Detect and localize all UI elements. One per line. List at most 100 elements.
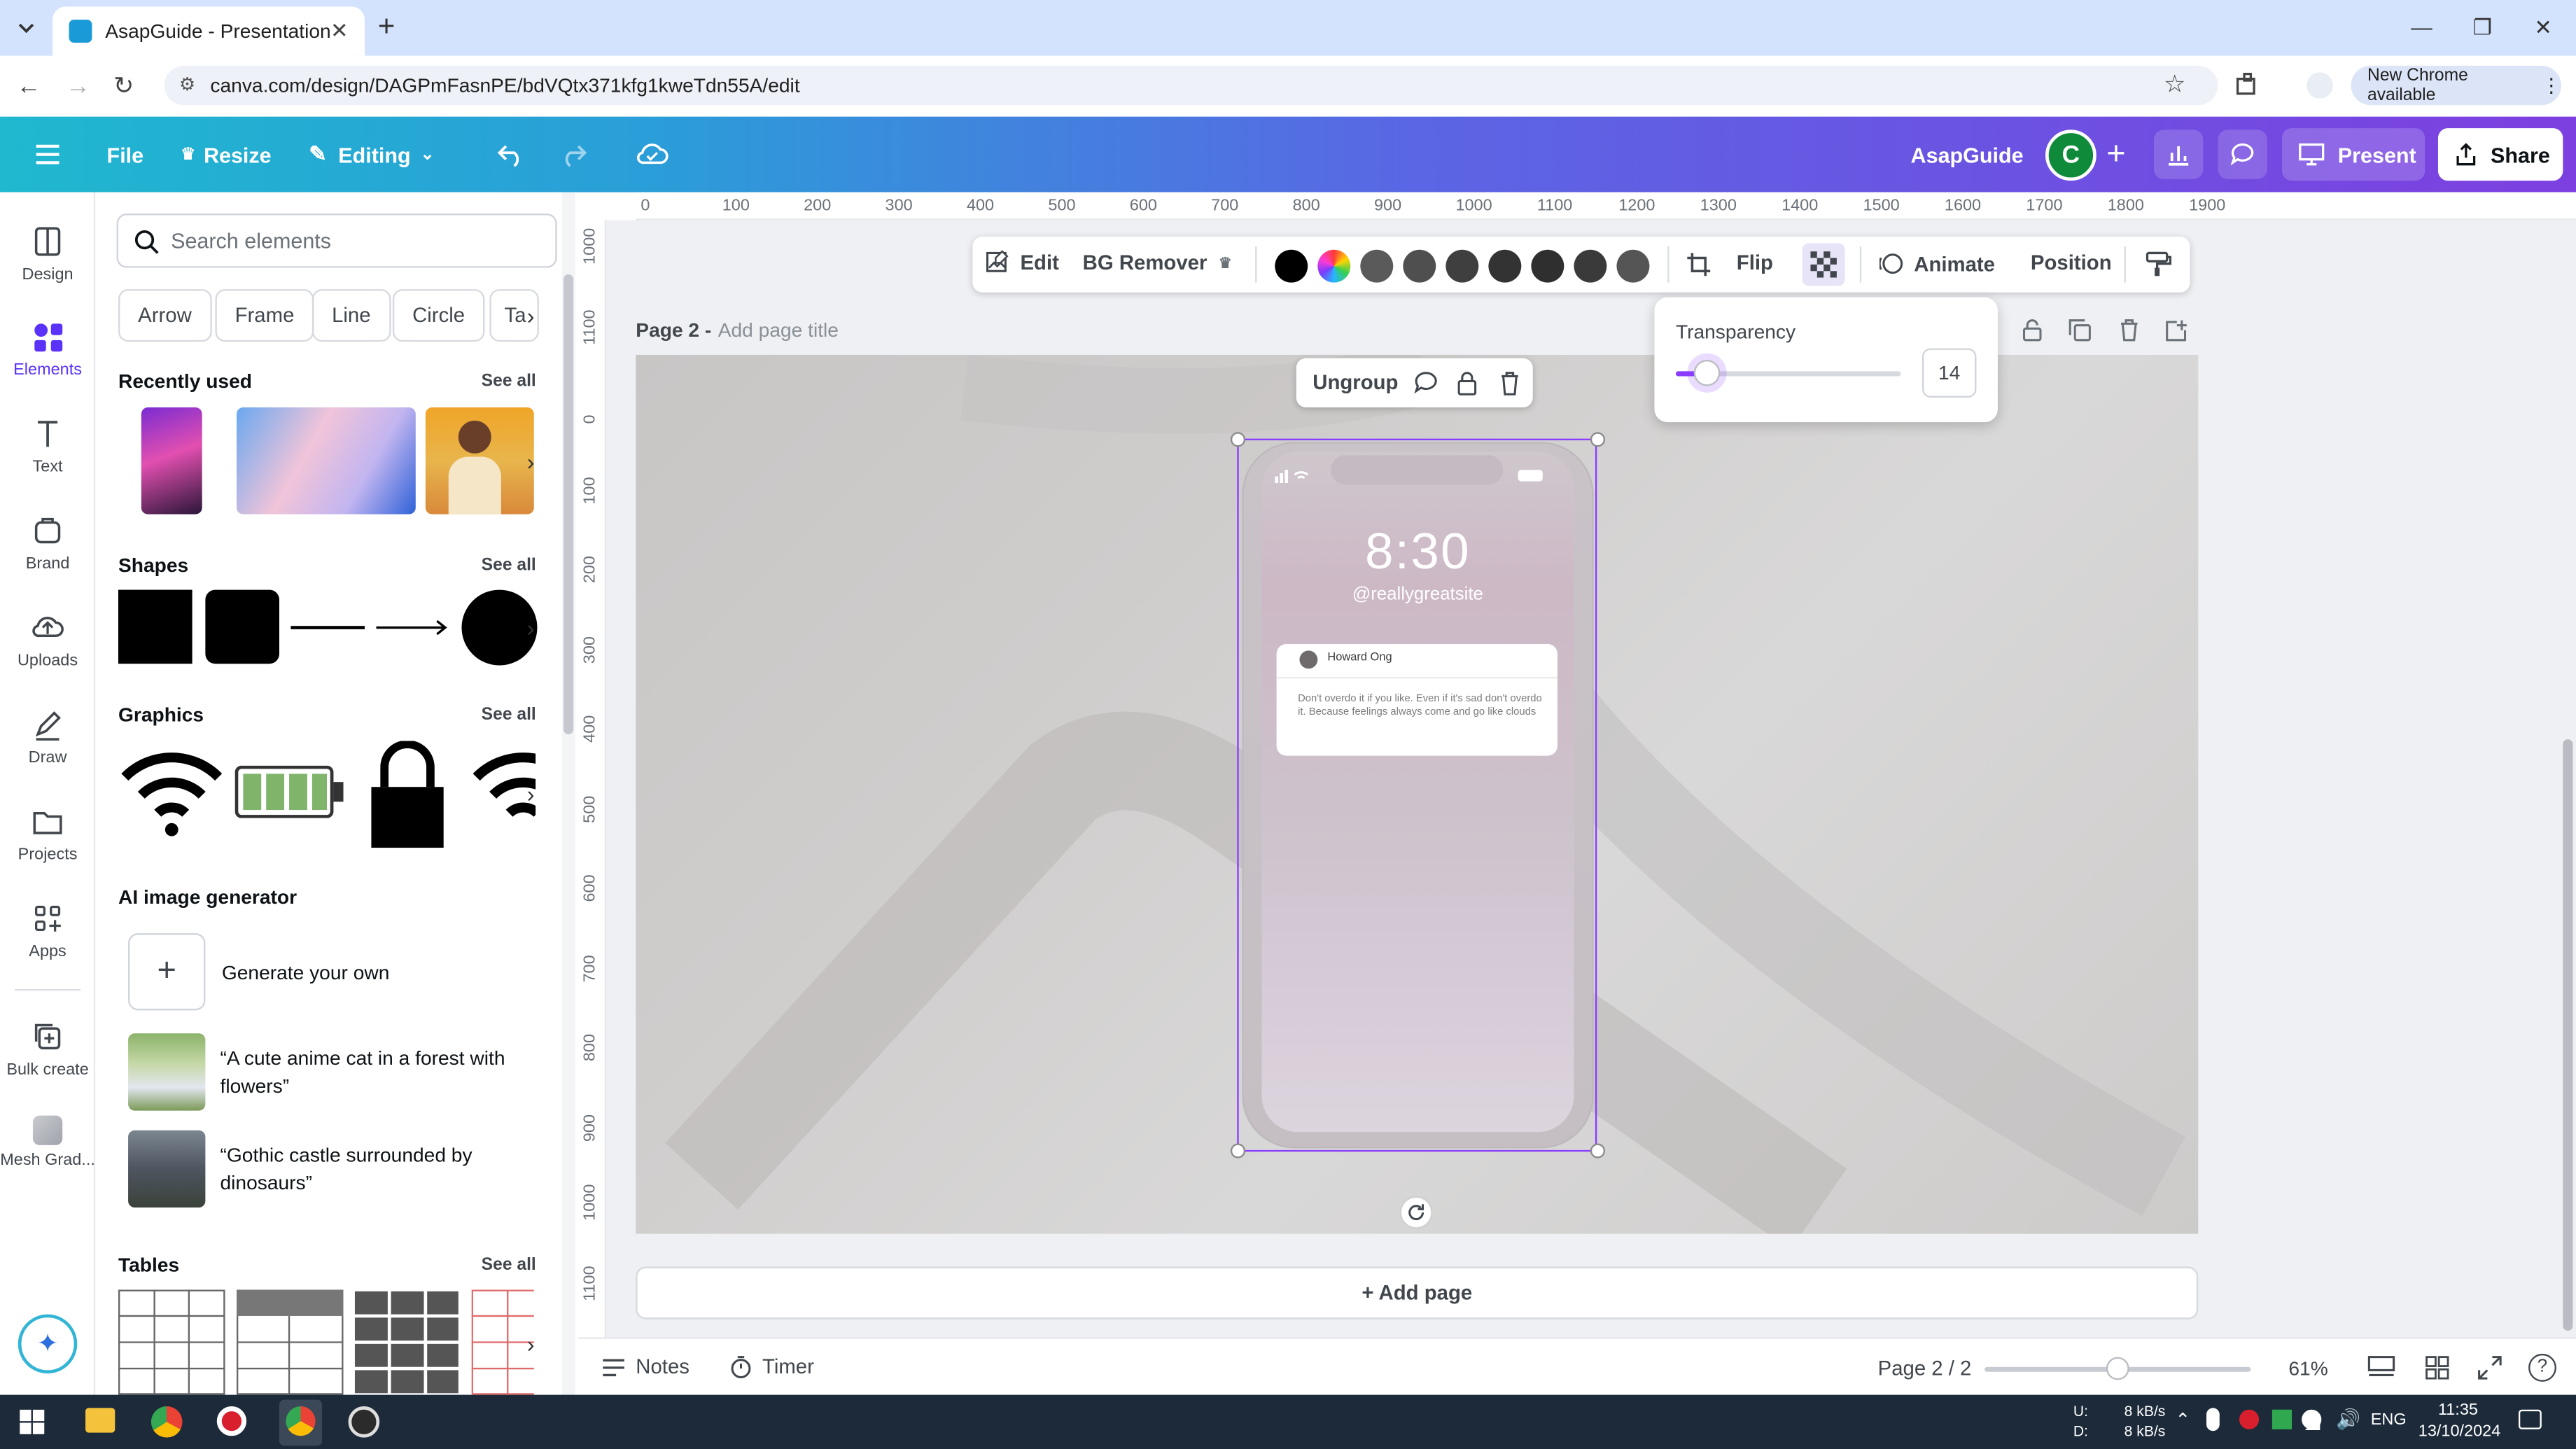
battery-graphic-icon[interactable] — [234, 765, 345, 818]
windows-start-icon[interactable] — [20, 1409, 45, 1434]
chips-next-arrow-icon[interactable]: › — [516, 301, 545, 330]
transparency-slider[interactable] — [1675, 359, 1901, 386]
edit-image-button[interactable]: Edit — [986, 250, 1059, 274]
chrome-taskbar-icon[interactable] — [150, 1406, 183, 1438]
lock-icon[interactable] — [1456, 370, 1479, 396]
minimize-icon[interactable]: — — [2407, 13, 2436, 43]
timer-button[interactable]: Timer — [729, 1355, 814, 1378]
resize-handle-top-left[interactable] — [1230, 432, 1246, 447]
rail-item-design[interactable]: Design — [0, 223, 95, 312]
color-swatch-8[interactable] — [1574, 249, 1607, 283]
forward-icon[interactable]: → — [66, 72, 90, 100]
zoom-slider[interactable] — [1984, 1357, 2251, 1380]
shape-square[interactable] — [118, 589, 192, 664]
chip-line[interactable]: Line — [312, 289, 391, 342]
zoom-level[interactable]: 61% — [2288, 1357, 2328, 1380]
cloud-save-icon[interactable] — [636, 141, 668, 168]
lock-page-icon[interactable] — [2021, 318, 2044, 342]
graphics-next-arrow-icon[interactable]: › — [516, 778, 545, 808]
see-all-shapes[interactable]: See all — [482, 555, 536, 575]
tables-next-arrow-icon[interactable]: › — [516, 1329, 545, 1359]
help-icon[interactable]: ? — [2528, 1353, 2556, 1382]
position-button[interactable]: Position — [2031, 251, 2112, 274]
ai-prompt-cat[interactable]: “A cute anime cat in a forest with flowe… — [128, 1033, 539, 1111]
undo-icon[interactable] — [496, 141, 526, 168]
resize-handle-bottom-left[interactable] — [1230, 1143, 1246, 1158]
search-elements-input[interactable]: Search elements — [116, 214, 557, 268]
file-explorer-icon[interactable] — [85, 1408, 115, 1433]
rail-item-text[interactable]: Text — [0, 416, 95, 505]
rail-item-draw[interactable]: Draw — [0, 706, 95, 795]
clock-time[interactable]: 11:35 — [2438, 1401, 2478, 1420]
grid-view-icon[interactable] — [2425, 1355, 2449, 1380]
fullscreen-icon[interactable] — [2477, 1355, 2502, 1380]
chip-arrow[interactable]: Arrow — [118, 289, 211, 342]
new-chrome-available-button[interactable]: New Chrome available ⋮ — [2351, 65, 2561, 106]
wifi-graphic-icon[interactable] — [118, 748, 225, 839]
duplicate-page-icon[interactable] — [2068, 318, 2092, 342]
restore-icon[interactable]: ❐ — [2468, 13, 2497, 43]
table-thumb-2[interactable] — [236, 1289, 344, 1395]
bg-remover-button[interactable]: BG Remover ♛ — [1083, 251, 1232, 274]
microphone-icon[interactable] — [2206, 1408, 2220, 1432]
panel-scrollbar[interactable] — [561, 192, 575, 1395]
shapes-next-arrow-icon[interactable]: › — [516, 612, 545, 642]
color-swatch-5[interactable] — [1446, 249, 1479, 283]
recorder-taskbar-icon[interactable] — [216, 1406, 247, 1436]
magic-assistant-icon[interactable]: ✦ — [18, 1314, 78, 1374]
page-title-input[interactable]: Add page title — [718, 318, 839, 342]
page-counter[interactable]: Page 2 / 2 — [1878, 1357, 1972, 1380]
reload-icon[interactable]: ↻ — [113, 71, 134, 100]
add-page-icon[interactable] — [2165, 318, 2188, 342]
flip-button[interactable]: Flip — [1737, 251, 1773, 274]
delete-page-icon[interactable] — [2118, 318, 2141, 342]
ai-prompt-castle[interactable]: “Gothic castle surrounded by dinosaurs” — [128, 1130, 539, 1208]
tray-chevron-icon[interactable]: ⌃ — [2175, 1410, 2190, 1431]
rail-item-bulk-create[interactable]: Bulk create — [0, 1018, 95, 1107]
window-close-icon[interactable]: ✕ — [2528, 13, 2558, 43]
color-swatch-black[interactable] — [1275, 249, 1308, 283]
crop-icon[interactable] — [1686, 251, 1712, 278]
editing-mode-dropdown[interactable]: ✎ Editing ⌄ — [309, 141, 434, 168]
share-button[interactable]: Share — [2437, 128, 2563, 181]
resize-button[interactable]: ♛ Resize — [181, 143, 271, 167]
comments-icon[interactable] — [2218, 130, 2267, 179]
present-button[interactable]: Present — [2281, 128, 2426, 181]
panel-scrollbar-thumb[interactable] — [564, 274, 574, 735]
recent-next-arrow-icon[interactable]: › — [516, 447, 545, 476]
notifications-icon[interactable] — [2518, 1409, 2542, 1429]
see-all-tables[interactable]: See all — [482, 1255, 536, 1275]
rail-item-apps[interactable]: Apps — [0, 900, 95, 989]
main-menu-icon[interactable] — [33, 141, 62, 168]
color-swatch-4[interactable] — [1403, 249, 1436, 283]
chrome-active-taskbar-icon[interactable] — [279, 1399, 323, 1446]
see-all-recently-used[interactable]: See all — [482, 371, 536, 391]
color-swatch-9[interactable] — [1616, 249, 1650, 283]
tray-app-icon-2[interactable] — [2272, 1409, 2292, 1429]
recent-gradient-thumb-2[interactable] — [236, 407, 416, 514]
recent-gradient-thumb-1[interactable] — [141, 407, 202, 514]
canvas-scrollbar[interactable] — [2563, 739, 2573, 1331]
shape-rounded-square[interactable] — [205, 589, 279, 664]
shape-arrow-line[interactable] — [376, 616, 451, 639]
resize-handle-top-right[interactable] — [1590, 432, 1606, 447]
rail-item-elements[interactable]: Elements — [0, 318, 95, 407]
language-indicator[interactable]: ENG — [2371, 1411, 2407, 1429]
color-swatch-7[interactable] — [1531, 249, 1564, 283]
insights-chart-icon[interactable] — [2153, 130, 2204, 179]
color-swatch-3[interactable] — [1360, 249, 1394, 283]
bookmark-star-icon[interactable]: ☆ — [2164, 69, 2186, 99]
rail-item-uploads[interactable]: Uploads — [0, 610, 95, 699]
clock-date[interactable]: 13/10/2024 — [2418, 1423, 2500, 1441]
add-collaborator-icon[interactable]: + — [2096, 132, 2136, 178]
delete-icon[interactable] — [1499, 370, 1522, 396]
color-swatch-6[interactable] — [1488, 249, 1522, 283]
lock-graphic-icon[interactable] — [368, 741, 447, 849]
transparency-value-input[interactable]: 14 — [1921, 348, 1977, 398]
browser-tab[interactable]: AsapGuide - Presentation ✕ — [52, 6, 365, 56]
generate-your-own-button[interactable]: + Generate your own — [128, 933, 539, 1011]
tab-list-dropdown-icon[interactable] — [13, 15, 40, 41]
table-thumb-3[interactable] — [353, 1289, 461, 1395]
back-icon[interactable]: ← — [16, 72, 41, 100]
rail-item-mesh-gradient[interactable]: Mesh Grad... — [0, 1115, 95, 1205]
